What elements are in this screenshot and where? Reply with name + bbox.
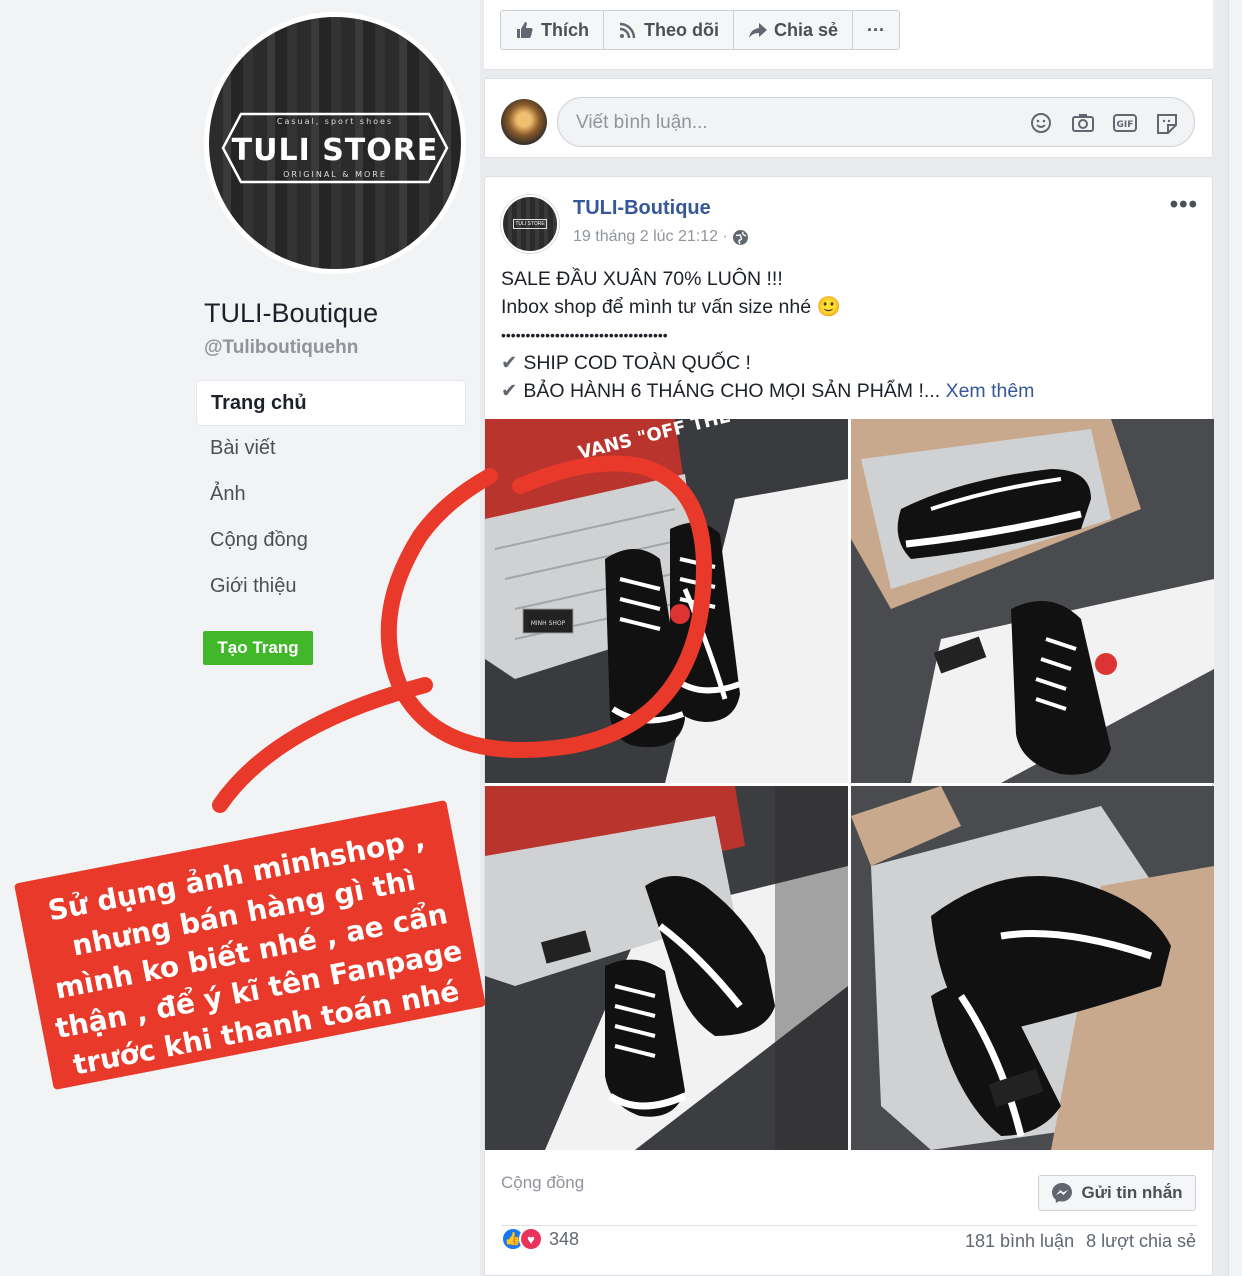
more-label: ··· [867,19,886,40]
svg-text:GIF: GIF [1117,120,1134,130]
page-nav: Trang chủ Bài viết Ảnh Cộng đồng Giới th… [196,380,466,610]
emoji-icon[interactable] [1028,111,1054,135]
globe-icon [732,229,748,245]
check-icon: ✔ [501,352,518,374]
svg-text:MINH SHOP: MINH SHOP [531,620,566,627]
post-line-4: ✔ SHIP COD TOÀN QUỐC ! [501,349,1034,377]
thumbs-up-icon [517,22,533,38]
comment-count[interactable]: 181 bình luận [965,1231,1074,1252]
author-avatar-logo: TULI STORE [513,219,547,229]
store-logo: Casual, sport shoes TULI STORE ORIGINAL … [209,17,461,269]
post-message: SALE ĐẦU XUÂN 70% LUÔN !!! Inbox shop để… [501,265,1034,405]
share-arrow-icon [749,23,767,38]
post-line-1: SALE ĐẦU XUÂN 70% LUÔN !!! [501,268,783,290]
post-photo-grid: VANS "OFF THE WALL" MINH SHOP [485,419,1214,1150]
love-reaction-icon: ♥ [519,1227,543,1251]
post-photo-2[interactable] [851,419,1214,783]
create-page-button[interactable]: Tạo Trang [203,631,313,665]
page-profile-picture[interactable]: Casual, sport shoes TULI STORE ORIGINAL … [204,12,466,274]
post-line-5-text: BẢO HÀNH 6 THÁNG CHO MỌI SẢN PHẨM !... [523,380,941,402]
post-options-button[interactable]: ••• [1170,191,1198,219]
logo-subtitle: ORIGINAL & MORE [283,170,387,179]
comment-tools: GIF [1028,111,1180,135]
see-more-link[interactable]: Xem thêm [946,380,1035,402]
page-handle[interactable]: @Tuliboutiquehn [204,337,358,359]
nav-item-posts[interactable]: Bài viết [196,426,466,472]
comment-input[interactable]: Viết bình luận... GIF [557,97,1195,147]
footer-divider [501,1225,1197,1226]
post-photo-3[interactable] [485,786,848,1150]
gif-icon[interactable]: GIF [1112,111,1138,135]
check-icon: ✔ [501,380,518,402]
reaction-count: 348 [549,1228,580,1249]
post-line-2: Inbox shop để mình tư vấn size nhé 🙂 [501,296,841,318]
user-avatar[interactable] [501,99,547,145]
post-timestamp[interactable]: 19 tháng 2 lúc 21:12 · [573,228,749,246]
page-actions: Thích Theo dõi Chia sẻ ··· [500,10,901,50]
share-count[interactable]: 8 lượt chia sẻ [1086,1231,1196,1252]
post-time-text: 19 tháng 2 lúc 21:12 · [573,228,728,245]
post-author-avatar[interactable]: TULI STORE [501,195,559,253]
nav-item-photos[interactable]: Ảnh [196,472,466,518]
post-photo-4[interactable] [851,786,1214,1150]
post-line-3: •••••••••••••••••••••••••••••••••• [501,327,668,343]
feed-post: TULI STORE TULI-Boutique 19 tháng 2 lúc … [484,176,1214,1276]
comment-placeholder: Viết bình luận... [576,112,708,133]
nav-item-community[interactable]: Cộng đồng [196,518,466,564]
like-label: Thích [541,19,589,40]
like-page-button[interactable]: Thích [501,11,604,49]
more-actions-button[interactable]: ··· [853,11,899,49]
share-label: Chia sẻ [774,19,839,40]
follow-label: Theo dõi [644,19,719,40]
right-column-edge [1228,0,1242,1276]
post-author-name[interactable]: TULI-Boutique [573,197,711,220]
post-photo-1[interactable]: VANS "OFF THE WALL" MINH SHOP [485,419,848,783]
post-footer-category: Cộng đồng [501,1173,585,1192]
page-title[interactable]: TULI-Boutique [204,298,378,329]
post-line-5: ✔ BẢO HÀNH 6 THÁNG CHO MỌI SẢN PHẨM !... … [501,377,1034,405]
post-line-4-text: SHIP COD TOÀN QUỐC ! [523,352,751,374]
follow-button[interactable]: Theo dõi [604,11,734,49]
share-button[interactable]: Chia sẻ [734,11,854,49]
reaction-summary[interactable]: 👍 ♥ 348 [501,1227,579,1251]
post-stats: 181 bình luận 8 lượt chia sẻ [965,1231,1196,1252]
logo-name: TULI STORE [231,133,439,168]
comment-composer: Viết bình luận... GIF [484,78,1213,158]
send-message-button[interactable]: Gửi tin nhắn [1038,1175,1196,1211]
nav-item-home[interactable]: Trang chủ [196,380,466,426]
logo-tagline: Casual, sport shoes [276,117,394,126]
nav-item-about[interactable]: Giới thiệu [196,564,466,610]
messenger-icon [1052,1183,1073,1203]
send-message-label: Gửi tin nhắn [1081,1183,1183,1202]
camera-icon[interactable] [1070,111,1096,135]
sticker-icon[interactable] [1154,111,1180,135]
rss-icon [619,22,636,39]
